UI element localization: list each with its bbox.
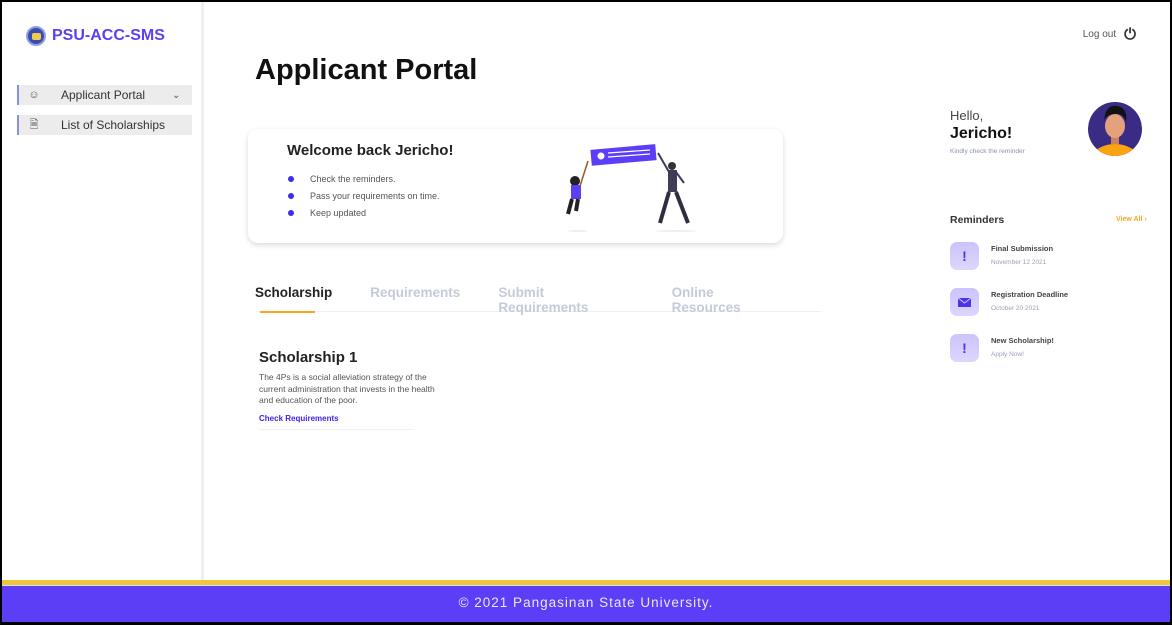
welcome-item: Keep updated	[288, 204, 440, 221]
bullet-icon	[288, 192, 294, 199]
power-icon: ⏻	[1124, 26, 1136, 43]
footer-copyright: © 2021 Pangasinan State University.	[458, 595, 714, 610]
welcome-item-text: Check the reminders.	[310, 173, 396, 184]
footer: © 2021 Pangasinan State University.	[2, 580, 1170, 622]
tab-bar: Scholarship Requirements Submit Requirem…	[255, 285, 821, 315]
reminder-title: New Scholarship!	[991, 336, 1054, 345]
document-icon: 🗎	[29, 118, 39, 131]
bullet-icon	[288, 175, 294, 182]
chevron-down-icon[interactable]: ⌄	[172, 90, 192, 101]
reminder-item[interactable]: Registration Deadline October 20 2021	[950, 288, 1068, 316]
check-requirements-link[interactable]: Check Requirements	[259, 414, 414, 423]
reminders-title: Reminders	[950, 214, 1005, 226]
greeting-hello: Hello,	[950, 108, 984, 123]
bullet-icon	[288, 209, 294, 216]
reminder-subtitle: Apply Now!	[991, 351, 1024, 358]
view-all-label: View All	[1116, 216, 1143, 223]
app-window: PSU-ACC-SMS ☺ Applicant Portal ⌄ 🗎 List …	[2, 2, 1170, 622]
brand-name: PSU-ACC-SMS	[52, 27, 165, 44]
welcome-title: Welcome back Jericho!	[287, 142, 454, 159]
chevron-right-icon: ›	[1144, 216, 1147, 223]
reminder-title: Final Submission	[991, 244, 1054, 253]
logout-button[interactable]: Log out ⏻	[1083, 26, 1136, 43]
mail-icon	[950, 288, 979, 316]
logout-label: Log out	[1082, 29, 1117, 40]
sidebar-item-label: List of Scholarships	[61, 118, 166, 132]
welcome-list: Check the reminders. Pass your requireme…	[288, 170, 440, 221]
tab-requirements[interactable]: Requirements	[370, 285, 460, 311]
welcome-item: Check the reminders.	[288, 170, 440, 187]
user-icon: ☺	[28, 89, 40, 101]
university-logo-icon	[26, 26, 46, 46]
sidebar-item-applicant-portal[interactable]: ☺ Applicant Portal ⌄	[17, 85, 192, 105]
brand[interactable]: PSU-ACC-SMS	[26, 26, 165, 46]
exclamation-icon: !	[950, 242, 979, 270]
avatar[interactable]	[1086, 98, 1144, 158]
tab-scholarship[interactable]: Scholarship	[255, 285, 332, 313]
greeting-subtitle: Kindly check the reminder	[950, 148, 1025, 155]
welcome-item: Pass your requirements on time.	[288, 187, 440, 204]
sidebar-item-list-of-scholarships[interactable]: 🗎 List of Scholarships	[17, 115, 192, 135]
reminder-item[interactable]: ! Final Submission November 12 2021	[950, 242, 1053, 270]
scholarship-description: The 4Ps is a social alleviation strategy…	[259, 372, 435, 405]
reminder-subtitle: November 12 2021	[991, 259, 1047, 266]
view-all-link[interactable]: View All ›	[1116, 216, 1147, 223]
tab-online-resources[interactable]: Online Resources	[672, 285, 783, 315]
welcome-item-text: Pass your requirements on time.	[310, 190, 440, 201]
sidebar-item-label: Applicant Portal	[61, 88, 146, 102]
reminder-title: Registration Deadline	[991, 290, 1069, 299]
scholarship-card: Scholarship 1 The 4Ps is a social allevi…	[259, 349, 435, 430]
greeting: Hello, Jericho! Kindly check the reminde…	[950, 108, 1025, 155]
greeting-name: Jericho!	[950, 125, 1013, 142]
page-title: Applicant Portal	[255, 54, 478, 86]
sidebar: PSU-ACC-SMS ☺ Applicant Portal ⌄ 🗎 List …	[2, 2, 204, 580]
welcome-item-text: Keep updated	[310, 207, 367, 218]
tab-submit-requirements[interactable]: Submit Requirements	[498, 285, 633, 315]
reminder-item[interactable]: ! New Scholarship! Apply Now!	[950, 334, 1054, 362]
people-banner-illustration	[566, 144, 696, 232]
welcome-card: Welcome back Jericho! Check the reminder…	[248, 129, 783, 243]
scholarship-title: Scholarship 1	[259, 349, 358, 366]
exclamation-icon: !	[950, 334, 979, 362]
reminder-subtitle: October 20 2021	[991, 305, 1040, 312]
